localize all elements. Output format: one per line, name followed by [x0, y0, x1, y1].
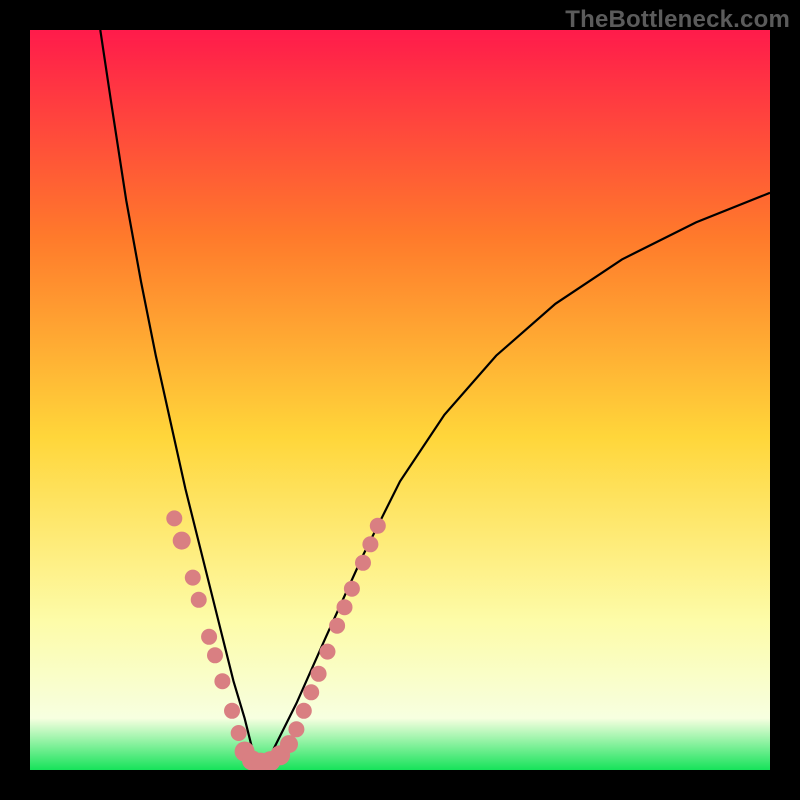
data-marker [224, 703, 240, 719]
data-marker [355, 555, 371, 571]
plot-area [30, 30, 770, 770]
data-marker [231, 725, 247, 741]
data-marker [296, 703, 312, 719]
chart-svg [30, 30, 770, 770]
data-marker [173, 532, 191, 550]
data-marker [280, 735, 298, 753]
data-marker [201, 629, 217, 645]
data-marker [311, 666, 327, 682]
data-marker [329, 618, 345, 634]
bottleneck-curve [100, 30, 770, 766]
marker-cluster [166, 510, 385, 770]
data-marker [319, 644, 335, 660]
data-marker [362, 536, 378, 552]
curve-path [100, 30, 770, 766]
outer-frame: TheBottleneck.com [0, 0, 800, 800]
data-marker [303, 684, 319, 700]
data-marker [344, 581, 360, 597]
data-marker [207, 647, 223, 663]
data-marker [185, 570, 201, 586]
data-marker [337, 599, 353, 615]
data-marker [191, 592, 207, 608]
data-marker [214, 673, 230, 689]
data-marker [166, 510, 182, 526]
data-marker [370, 518, 386, 534]
data-marker [288, 721, 304, 737]
